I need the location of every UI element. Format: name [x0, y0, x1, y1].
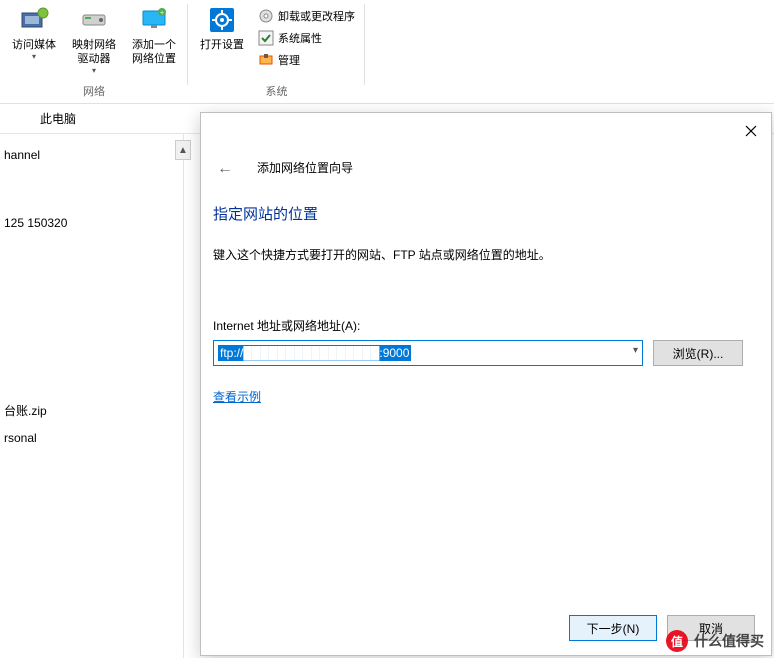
browse-button[interactable]: 浏览(R)... — [653, 340, 743, 366]
map-drive-button[interactable]: 映射网络驱动器 ▾ — [66, 2, 122, 77]
group-label-system: 系统 — [266, 83, 288, 103]
watermark-logo-icon: 值 — [666, 630, 688, 652]
chevron-down-icon: ▾ — [32, 52, 36, 61]
access-media-label: 访问媒体 — [12, 38, 56, 52]
access-media-button[interactable]: 访问媒体 ▾ — [6, 2, 62, 77]
add-network-location-wizard: ← 添加网络位置向导 指定网站的位置 键入这个快捷方式要打开的网站、FTP 站点… — [200, 112, 772, 656]
gear-icon — [206, 4, 238, 36]
check-icon — [258, 30, 274, 46]
wizard-body: 指定网站的位置 键入这个快捷方式要打开的网站、FTP 站点或网络位置的地址。 I… — [213, 203, 759, 599]
add-location-label: 添加一个网络位置 — [128, 38, 180, 66]
list-item[interactable]: 台账.zip — [0, 396, 183, 425]
chevron-down-icon[interactable]: ▾ — [633, 345, 638, 356]
breadcrumb-this-pc: 此电脑 — [40, 110, 76, 127]
wizard-heading: 指定网站的位置 — [213, 203, 759, 224]
cd-icon — [258, 8, 274, 24]
manage-label: 管理 — [278, 52, 300, 68]
manage-button[interactable]: 管理 — [254, 50, 359, 70]
ribbon: 访问媒体 ▾ 映射网络驱动器 ▾ + 添加一个网络位置 网络 — [0, 0, 774, 104]
media-icon — [18, 4, 50, 36]
uninstall-button[interactable]: 卸载或更改程序 — [254, 6, 359, 26]
ribbon-group-system: 打开设置 卸载或更改程序 系统属性 管理 系统 — [188, 0, 365, 103]
watermark-text: 什么值得买 — [694, 631, 764, 651]
list-item[interactable]: hannel — [0, 142, 183, 168]
open-settings-button[interactable]: 打开设置 — [194, 2, 250, 70]
hammer-icon — [258, 52, 274, 68]
close-button[interactable] — [739, 119, 763, 143]
address-label: Internet 地址或网络地址(A): — [213, 317, 759, 334]
group-label-network: 网络 — [83, 83, 105, 103]
drive-icon — [78, 4, 110, 36]
map-drive-label: 映射网络驱动器 — [68, 38, 120, 66]
view-example-link[interactable]: 查看示例 — [213, 388, 261, 405]
uninstall-label: 卸载或更改程序 — [278, 8, 355, 24]
sidebar: ▲ hannel 125 150320 台账.zip rsonal — [0, 134, 184, 658]
arrow-left-icon: ← — [217, 160, 233, 178]
watermark: 值 什么值得买 — [666, 630, 764, 652]
wizard-title: 添加网络位置向导 — [257, 159, 353, 176]
open-settings-label: 打开设置 — [200, 38, 244, 52]
list-item[interactable]: 125 150320 — [0, 210, 183, 236]
wizard-description: 键入这个快捷方式要打开的网站、FTP 站点或网络位置的地址。 — [213, 246, 759, 263]
chevron-down-icon: ▾ — [92, 66, 96, 75]
system-props-label: 系统属性 — [278, 30, 322, 46]
address-input[interactable]: ftp://████████████████:9000 ▾ — [213, 340, 643, 366]
system-props-button[interactable]: 系统属性 — [254, 28, 359, 48]
monitor-icon: + — [138, 4, 170, 36]
list-item[interactable]: rsonal — [0, 425, 183, 451]
close-icon — [745, 125, 757, 137]
add-location-button[interactable]: + 添加一个网络位置 — [126, 2, 182, 77]
next-button[interactable]: 下一步(N) — [569, 615, 657, 641]
back-button[interactable]: ← — [213, 157, 237, 181]
svg-text:+: + — [160, 10, 164, 17]
ribbon-group-network: 访问媒体 ▾ 映射网络驱动器 ▾ + 添加一个网络位置 网络 — [0, 0, 188, 103]
